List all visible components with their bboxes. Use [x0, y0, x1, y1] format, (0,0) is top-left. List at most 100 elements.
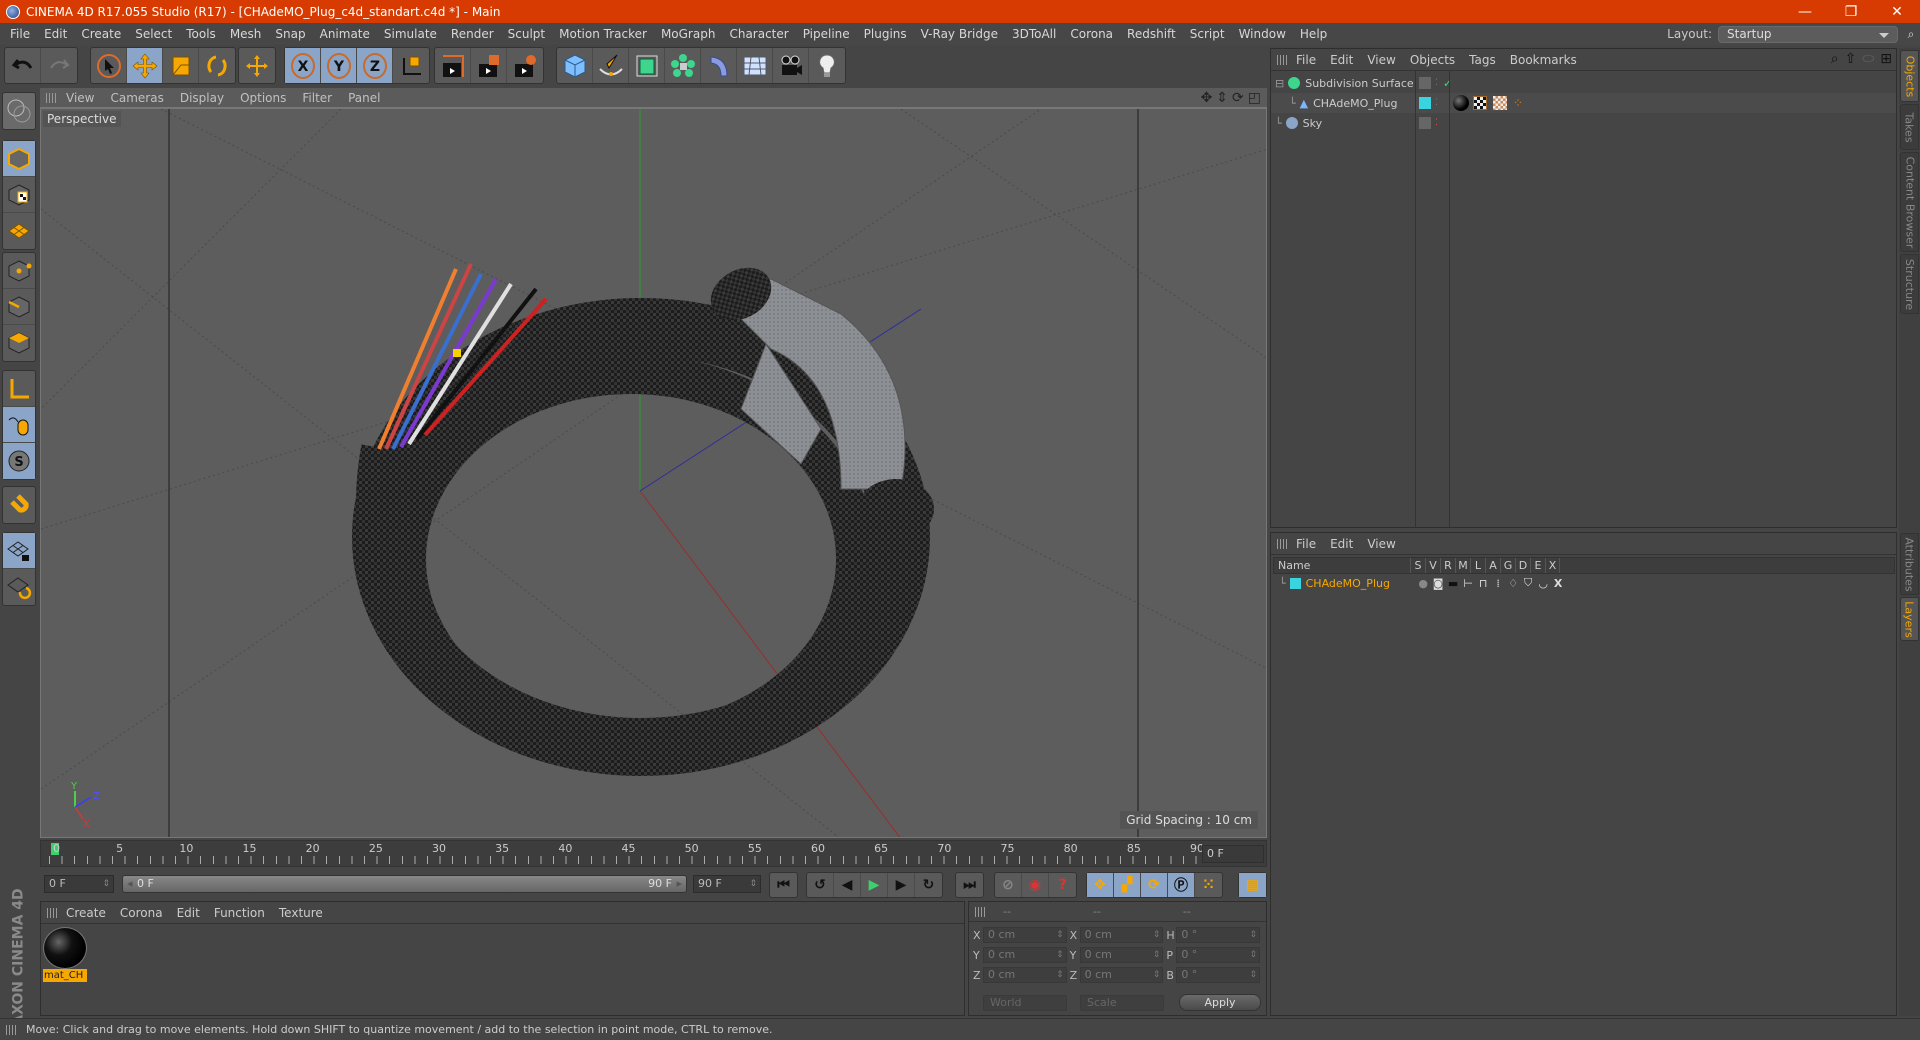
layer-xref-icon[interactable]: X: [1551, 577, 1566, 590]
toggle-layout-icon[interactable]: ◰: [1248, 90, 1261, 106]
pen-spline-icon[interactable]: [593, 48, 629, 83]
edges-mode-icon[interactable]: [3, 289, 35, 325]
apply-button[interactable]: Apply: [1179, 994, 1261, 1011]
visibility-dots-icon[interactable]: ⁚: [1435, 118, 1438, 128]
menu-render[interactable]: Render: [444, 27, 501, 41]
object-menu-edit[interactable]: Edit: [1323, 53, 1360, 67]
start-frame-field[interactable]: 0 F ⇕: [44, 875, 114, 893]
material-swatch[interactable]: mat_CH: [43, 927, 87, 983]
tab-structure[interactable]: Structure: [1900, 254, 1919, 314]
go-to-end-icon[interactable]: ⏭: [956, 873, 983, 897]
material-menu-edit[interactable]: Edit: [170, 906, 207, 920]
object-menu-tags[interactable]: Tags: [1462, 53, 1503, 67]
viewport-menu-view[interactable]: View: [58, 91, 102, 105]
material-menu-texture[interactable]: Texture: [272, 906, 330, 920]
menu-3dtoall[interactable]: 3DToAll: [1005, 27, 1063, 41]
cube-primitive-icon[interactable]: [557, 48, 593, 83]
visibility-dots-icon[interactable]: ⁚: [1435, 98, 1438, 108]
column-generators[interactable]: G: [1500, 558, 1515, 573]
menu-tools[interactable]: Tools: [179, 27, 223, 41]
object-menu-view[interactable]: View: [1360, 53, 1402, 67]
viewport-menu-display[interactable]: Display: [172, 91, 232, 105]
maximize-button[interactable]: ❐: [1828, 0, 1874, 23]
layer-deformers-icon[interactable]: ⛉: [1521, 576, 1536, 590]
move-icon[interactable]: [127, 48, 163, 83]
menu-redshift[interactable]: Redshift: [1120, 27, 1183, 41]
panel-grip[interactable]: [46, 92, 58, 103]
collapse-icon[interactable]: ⊟: [1275, 77, 1284, 90]
size-x-field[interactable]: 0 cm: [1079, 927, 1164, 943]
menu-edit[interactable]: Edit: [37, 27, 74, 41]
position-y-field[interactable]: 0 cm: [982, 947, 1067, 963]
recent-tool-icon[interactable]: [239, 48, 275, 83]
end-frame-field[interactable]: 90 F ⇕: [693, 875, 761, 893]
layer-menu-view[interactable]: View: [1360, 537, 1402, 551]
menu-motion-tracker[interactable]: Motion Tracker: [552, 27, 654, 41]
rotation-h-field[interactable]: 0 °: [1176, 927, 1261, 943]
panel-grip[interactable]: [6, 1024, 18, 1035]
layer-expressions-icon[interactable]: ◡: [1536, 577, 1551, 590]
make-editable-icon[interactable]: [3, 93, 35, 129]
menu-file[interactable]: File: [3, 27, 37, 41]
panel-grip[interactable]: [1277, 538, 1289, 549]
enable-axis-icon[interactable]: [3, 371, 35, 407]
camera-icon[interactable]: [773, 48, 809, 83]
menu-v-ray-bridge[interactable]: V-Ray Bridge: [914, 27, 1005, 41]
menu-select[interactable]: Select: [128, 27, 179, 41]
layer-swatch[interactable]: [1419, 97, 1431, 109]
column-expressions[interactable]: E: [1530, 558, 1545, 573]
record-keys-icon[interactable]: ⊘: [995, 873, 1022, 897]
menu-mograph[interactable]: MoGraph: [654, 27, 723, 41]
keyframe-selection-icon[interactable]: ?: [1049, 873, 1076, 897]
layer-menu-file[interactable]: File: [1289, 537, 1323, 551]
point-level-animation-icon[interactable]: ⁙: [1195, 873, 1222, 897]
orbit-icon[interactable]: ⟳: [1232, 90, 1244, 106]
light-icon[interactable]: [809, 48, 845, 83]
viewport-menu-filter[interactable]: Filter: [294, 91, 340, 105]
pan-icon[interactable]: ✥: [1201, 90, 1213, 106]
size-y-field[interactable]: 0 cm: [1079, 947, 1164, 963]
uvw-tag-icon[interactable]: [1493, 96, 1507, 110]
parameter-key-icon[interactable]: Ⓟ: [1168, 873, 1195, 897]
layer-name[interactable]: CHAdeMO_Plug: [1306, 577, 1416, 590]
tweak-mode-icon[interactable]: [3, 407, 35, 443]
minimize-button[interactable]: —: [1782, 0, 1828, 23]
panel-grip[interactable]: [975, 906, 987, 917]
timeline-ruler[interactable]: 0 5 10 15 20 25 30 35 40 45 50 55 60 65 70 75 80 85 90 0 F: [40, 840, 1267, 867]
column-manager[interactable]: M: [1455, 558, 1470, 573]
snap-icon[interactable]: [3, 487, 35, 523]
link-icon[interactable]: ⬭: [1862, 51, 1874, 67]
layer-color-swatch[interactable]: [1289, 577, 1301, 589]
y-axis-lock-icon[interactable]: Y: [321, 48, 357, 83]
menu-sculpt[interactable]: Sculpt: [501, 27, 552, 41]
menu-pipeline[interactable]: Pipeline: [796, 27, 857, 41]
material-menu-corona[interactable]: Corona: [113, 906, 170, 920]
visibility-dots-icon[interactable]: ⁚: [1435, 78, 1438, 88]
menu-corona[interactable]: Corona: [1063, 27, 1120, 41]
previous-key-icon[interactable]: ↺: [807, 873, 834, 897]
menu-mesh[interactable]: Mesh: [223, 27, 269, 41]
tab-content-browser[interactable]: Content Browser: [1900, 152, 1919, 252]
3d-viewport[interactable]: Perspective Y Z X Grid Spacing : 10 cm: [40, 108, 1267, 838]
viewport-menu-options[interactable]: Options: [232, 91, 294, 105]
solo-icon[interactable]: S: [3, 443, 35, 479]
menu-character[interactable]: Character: [722, 27, 795, 41]
deformer-bend-icon[interactable]: [701, 48, 737, 83]
layer-solo-icon[interactable]: ●: [1416, 577, 1431, 590]
menu-snap[interactable]: Snap: [268, 27, 312, 41]
viewport-menu-cameras[interactable]: Cameras: [102, 91, 171, 105]
undo-icon[interactable]: [5, 48, 41, 83]
z-axis-lock-icon[interactable]: Z: [357, 48, 393, 83]
planar-workplane-icon[interactable]: [3, 569, 35, 605]
coordinate-mode-dropdown[interactable]: World: [983, 995, 1067, 1011]
menu-animate[interactable]: Animate: [313, 27, 377, 41]
points-mode-icon[interactable]: [3, 253, 35, 289]
transform-mode-dropdown[interactable]: Scale: [1080, 995, 1164, 1011]
object-row[interactable]: └ ▲ CHAdeMO_Plug ⁚ ⁘: [1271, 93, 1896, 113]
material-tag-icon[interactable]: [1453, 95, 1469, 111]
coordinate-system-icon[interactable]: [393, 48, 429, 83]
material-menu-create[interactable]: Create: [59, 906, 113, 920]
position-x-field[interactable]: 0 cm: [982, 927, 1067, 943]
x-axis-lock-icon[interactable]: X: [285, 48, 321, 83]
render-settings-icon[interactable]: [507, 48, 543, 83]
